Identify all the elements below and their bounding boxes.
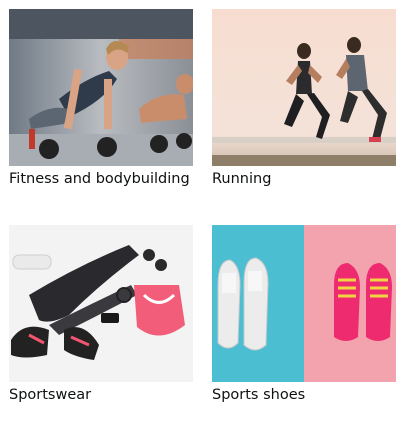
category-grid: Fitness and bodybuilding Running Sportsw… <box>0 0 402 426</box>
category-tile-sports-shoes[interactable]: Sports shoes <box>212 225 396 410</box>
category-tile-fitness[interactable]: Fitness and bodybuilding <box>9 9 193 214</box>
category-label: Fitness and bodybuilding <box>9 171 190 187</box>
category-tile-running[interactable]: Running <box>212 9 396 199</box>
category-tile-sportswear[interactable]: Sportswear <box>9 225 193 410</box>
category-label: Running <box>212 171 272 187</box>
category-label: Sports shoes <box>212 387 306 403</box>
sports-shoes-photo-icon <box>212 225 396 382</box>
sportswear-photo-icon <box>9 225 193 382</box>
category-label: Sportswear <box>9 387 92 403</box>
fitness-photo-icon <box>9 9 193 166</box>
running-photo-icon <box>212 9 396 166</box>
